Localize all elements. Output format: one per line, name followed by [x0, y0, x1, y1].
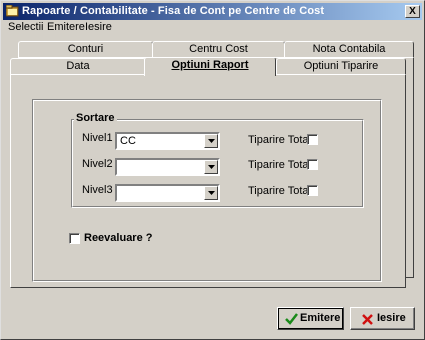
app-window: Rapoarte / Contabilitate - Fisa de Cont …	[0, 0, 425, 340]
nivel3-label: Nivel3	[82, 184, 113, 196]
iesire-button[interactable]: Iesire	[350, 307, 415, 330]
close-icon: X	[409, 6, 416, 17]
nivel1-label: Nivel1	[82, 132, 113, 144]
nivel2-dropdown-button[interactable]	[204, 160, 218, 174]
nivel1-value: CC	[120, 135, 136, 147]
tab-optiuni-raport[interactable]: Optiuni Raport	[144, 57, 276, 76]
title-bar[interactable]: Rapoarte / Contabilitate - Fisa de Cont …	[3, 3, 422, 20]
window-title: Rapoarte / Contabilitate - Fisa de Cont …	[22, 5, 325, 17]
exit-icon	[362, 314, 373, 325]
menu-iesire[interactable]: Iesire	[85, 21, 112, 33]
app-icon	[6, 5, 19, 17]
nivel3-tiparire-total-checkbox[interactable]	[307, 185, 318, 196]
close-button[interactable]: X	[405, 5, 420, 18]
reevaluare-checkbox[interactable]	[69, 233, 80, 244]
nivel1-select[interactable]: CC	[115, 132, 220, 150]
nivel2-label: Nivel2	[82, 158, 113, 170]
emitere-button[interactable]: Emitere	[277, 307, 344, 330]
nivel1-tiparire-total-checkbox[interactable]	[307, 134, 318, 145]
reevaluare-label: Reevaluare ?	[84, 232, 153, 244]
nivel2-tiparire-total-label: Tiparire Total	[248, 159, 311, 171]
nivel1-tiparire-total-label: Tiparire Total	[248, 134, 311, 146]
chevron-down-icon	[208, 191, 215, 195]
iesire-label: Iesire	[377, 312, 406, 324]
checkmark-icon	[285, 313, 298, 325]
nivel2-tiparire-total-checkbox[interactable]	[307, 159, 318, 170]
nivel3-select[interactable]	[115, 184, 220, 202]
tab-conturi[interactable]: Conturi	[18, 41, 153, 58]
tab-optiuni-tiparire[interactable]: Optiuni Tiparire	[276, 58, 406, 75]
nivel1-dropdown-button[interactable]	[204, 134, 218, 148]
menu-selectii[interactable]: Selectii	[8, 21, 43, 33]
tab-data[interactable]: Data	[10, 58, 146, 75]
nivel2-select[interactable]	[115, 158, 220, 176]
emitere-label: Emitere	[300, 312, 341, 324]
nivel3-tiparire-total-label: Tiparire Total	[248, 185, 311, 197]
tab-nota-contabila[interactable]: Nota Contabila	[284, 41, 414, 58]
sortare-label: Sortare	[74, 112, 117, 124]
nivel3-dropdown-button[interactable]	[204, 186, 218, 200]
menu-bar: Selectii Emitere Iesire	[3, 20, 422, 36]
menu-emitere[interactable]: Emitere	[47, 21, 85, 33]
chevron-down-icon	[208, 165, 215, 169]
tab-centru-cost[interactable]: Centru Cost	[152, 41, 285, 58]
chevron-down-icon	[208, 139, 215, 143]
